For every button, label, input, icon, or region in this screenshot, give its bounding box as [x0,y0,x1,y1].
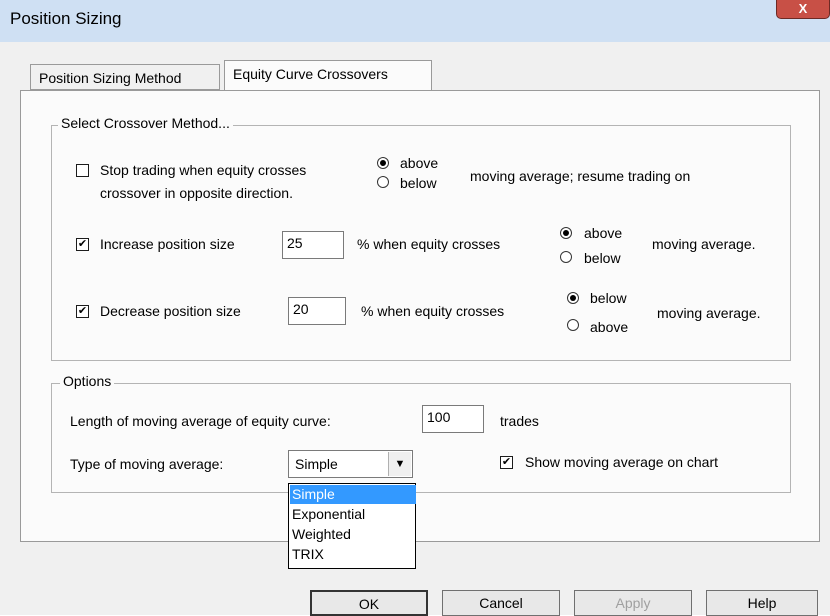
position-sizing-dialog: Position Sizing X Position Sizing Method… [0,0,830,616]
cancel-button[interactable]: Cancel [442,590,560,616]
ma-type-option-exponential[interactable]: Exponential [290,505,416,524]
stop-trading-above-radio[interactable] [377,157,389,169]
stop-trading-suffix: moving average; resume trading on [470,168,691,184]
increase-below-radio[interactable] [560,251,572,263]
stop-trading-label: Stop trading when equity crosses [100,162,307,178]
stop-trading-label-line2: crossover in opposite direction. [100,185,293,201]
help-button[interactable]: Help [706,590,818,616]
ma-type-select[interactable]: Simple ▼ [288,450,413,478]
ma-type-option-simple[interactable]: Simple [290,485,416,504]
decrease-above-radio[interactable] [567,319,579,331]
apply-button[interactable]: Apply [574,590,692,616]
stop-trading-below-radio[interactable] [377,176,389,188]
stop-trading-below-label: below [400,175,437,191]
stop-trading-above-label: above [400,155,439,171]
decrease-position-checkbox[interactable]: ✔ [76,305,89,318]
increase-position-input[interactable]: 25 [282,231,344,259]
stop-trading-checkbox[interactable] [76,164,89,177]
chevron-down-icon[interactable]: ▼ [388,452,411,476]
ma-type-label: Type of moving average: [70,456,224,472]
ma-type-value: Simple [295,456,338,472]
show-ma-checkbox[interactable]: ✔ [500,456,513,469]
ma-length-unit: trades [500,413,539,429]
decrease-position-label: Decrease position size [100,303,241,319]
increase-position-middle: % when equity crosses [357,236,501,252]
decrease-position-suffix: moving average. [657,305,761,321]
decrease-below-radio[interactable] [567,292,579,304]
decrease-above-label: above [590,319,629,335]
show-ma-label: Show moving average on chart [525,454,718,470]
decrease-below-label: below [590,290,627,306]
ma-type-dropdown-list: Simple Exponential Weighted TRIX [288,483,416,569]
increase-above-label: above [584,225,623,241]
increase-above-radio[interactable] [560,227,572,239]
decrease-position-middle: % when equity crosses [361,303,505,319]
increase-below-label: below [584,250,621,266]
decrease-position-input[interactable]: 20 [288,297,346,325]
ma-type-option-trix[interactable]: TRIX [290,545,416,564]
dialog-content: Stop trading when equity crosses crossov… [0,0,830,616]
ma-type-option-weighted[interactable]: Weighted [290,525,416,544]
increase-position-suffix: moving average. [652,236,756,252]
increase-position-label: Increase position size [100,236,235,252]
ok-button[interactable]: OK [310,590,428,616]
ma-length-input[interactable]: 100 [422,405,484,433]
increase-position-checkbox[interactable]: ✔ [76,238,89,251]
ma-length-label: Length of moving average of equity curve… [70,413,331,429]
